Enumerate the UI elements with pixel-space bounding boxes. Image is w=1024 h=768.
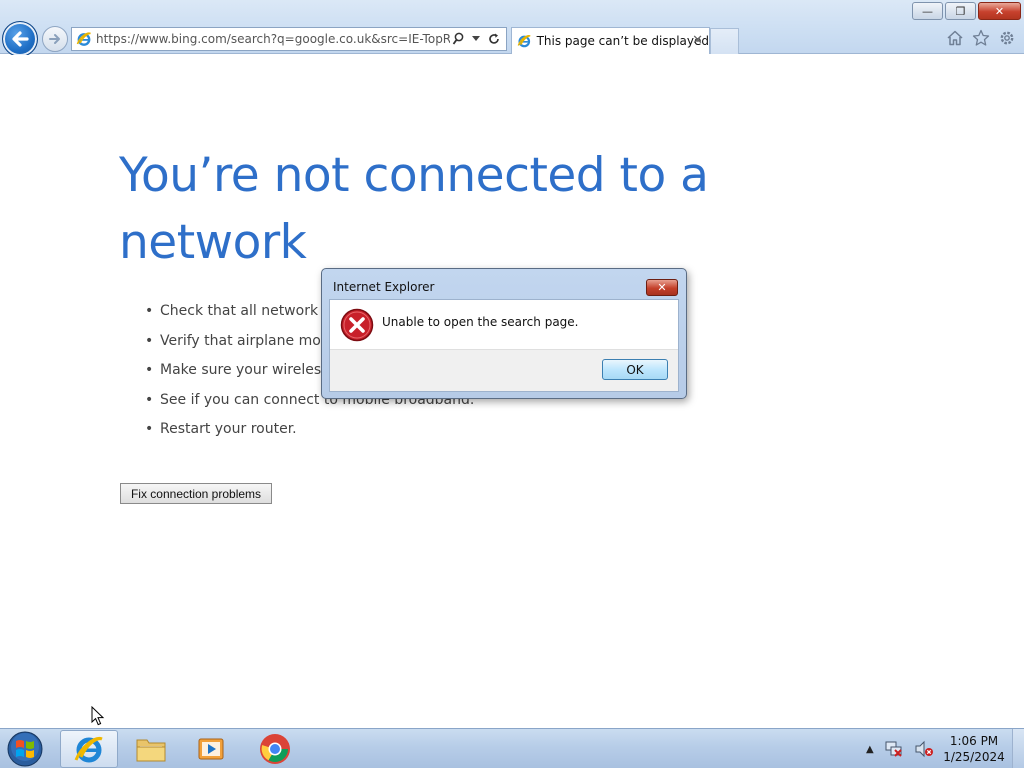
ok-button[interactable]: OK [602,359,668,380]
file-explorer-icon [136,739,166,762]
dialog-close-button[interactable]: ✕ [646,279,678,296]
browser-chrome: https://www.bing.com/search?q=google.co.… [0,0,1024,57]
ie-logo-icon [76,32,91,46]
window-close-button[interactable]: ✕ [978,2,1021,20]
page-heading: You’re not connected to a network [119,148,709,270]
taskbar-chrome[interactable] [246,730,304,768]
taskbar-internet-explorer[interactable] [60,730,118,768]
back-arrow-icon [12,31,29,47]
clock[interactable]: 1:06 PM 1/25/2024 [940,733,1008,765]
chrome-icon [260,734,290,764]
search-icon[interactable] [452,31,464,47]
dialog-message: Unable to open the search page. [382,315,579,329]
clock-date: 1/25/2024 [943,750,1005,764]
home-icon[interactable] [946,29,964,47]
refresh-icon[interactable] [488,31,500,47]
new-tab-button[interactable] [710,28,739,54]
show-hidden-icons-button[interactable]: ▲ [866,744,874,755]
taskbar-file-explorer[interactable] [122,730,180,768]
star-icon[interactable] [972,29,990,47]
media-player-icon [198,738,224,760]
volume-muted-icon[interactable] [914,740,934,758]
taskbar-media-player[interactable] [182,730,240,768]
ie-logo-icon [517,35,531,48]
taskbar: ▲ 1:06 PM 1/25/2024 [0,728,1024,768]
fix-connection-button[interactable]: Fix connection problems [120,483,272,504]
tab-close-button[interactable]: ✕ [692,33,703,48]
dialog-body: Unable to open the search page. OK [329,299,679,392]
minimize-button[interactable]: — [912,2,943,20]
address-url[interactable]: https://www.bing.com/search?q=google.co.… [96,32,450,46]
restore-button[interactable]: ❐ [945,2,976,20]
address-bar[interactable]: https://www.bing.com/search?q=google.co.… [71,27,507,51]
dropdown-icon[interactable] [470,31,482,47]
list-item: • Restart your router. [145,421,297,437]
tab-title: This page can’t be displayed [536,34,709,48]
forward-arrow-icon [49,34,60,44]
network-icon[interactable] [884,740,904,758]
forward-button[interactable] [42,26,68,52]
dialog-title: Internet Explorer [333,280,435,294]
ie-logo-icon [74,737,103,763]
back-button[interactable] [2,21,38,57]
dialog-footer: OK [330,349,678,391]
tab-active[interactable]: This page can’t be displayed ✕ [511,27,710,54]
error-dialog: Internet Explorer ✕ Unable to open the s… [321,268,687,399]
show-desktop-button[interactable] [1012,729,1024,768]
system-tray: ▲ [866,729,934,768]
start-button[interactable] [4,730,46,768]
error-icon [340,308,374,342]
windows-logo-icon [7,731,43,767]
mouse-cursor-icon [91,706,105,726]
clock-time: 1:06 PM [949,734,999,748]
gear-icon[interactable] [998,29,1016,47]
